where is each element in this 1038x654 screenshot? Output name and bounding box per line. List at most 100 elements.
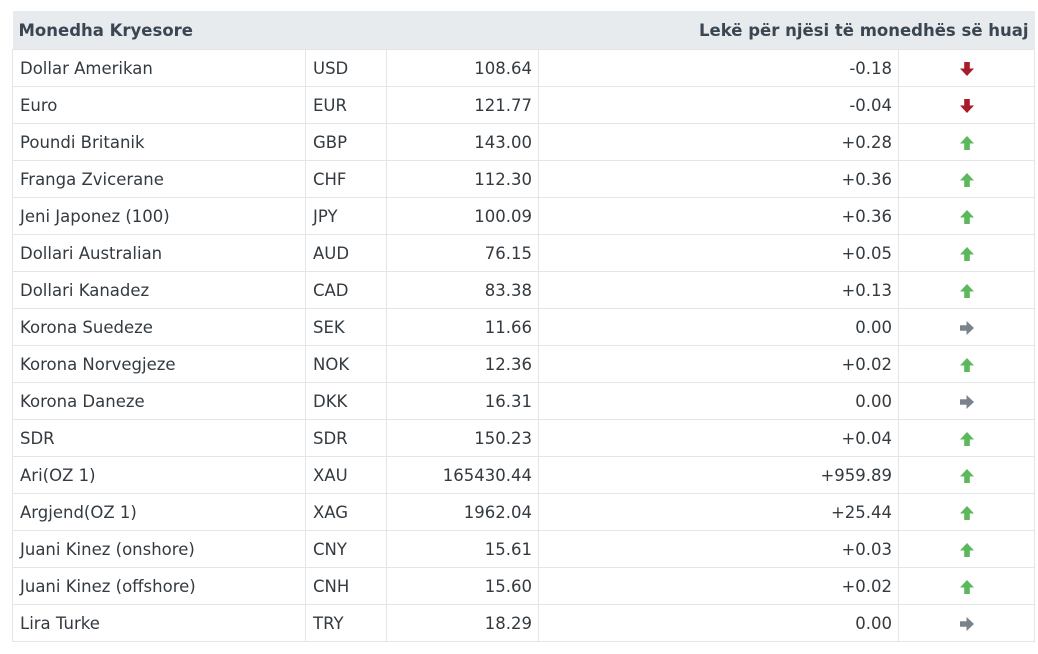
table-row: Juani Kinez (onshore) CNY 15.61 +0.03 — [12, 530, 1036, 568]
currency-code: CAD — [304, 271, 388, 309]
arrow-up-icon — [958, 504, 976, 522]
currency-code: SEK — [304, 308, 388, 346]
rate-change: +0.02 — [538, 567, 900, 605]
exchange-rate: 76.15 — [386, 234, 540, 272]
currency-code: DKK — [304, 382, 388, 420]
currency-name: Juani Kinez (onshore) — [12, 530, 306, 568]
arrow-right-icon — [958, 615, 976, 633]
currency-code: XAG — [304, 493, 388, 531]
rate-change: 0.00 — [538, 382, 900, 420]
table-row: Korona Daneze DKK 16.31 0.00 — [12, 382, 1036, 420]
table-header: Monedha Kryesore Lekë për njësi të moned… — [12, 11, 1035, 50]
rate-change: +0.02 — [538, 345, 900, 383]
currency-code: CHF — [304, 160, 388, 198]
rate-change: 0.00 — [538, 308, 900, 346]
exchange-rate: 12.36 — [386, 345, 540, 383]
exchange-rate: 100.09 — [386, 197, 540, 235]
trend-cell — [898, 160, 1036, 198]
exchange-rate: 108.64 — [386, 49, 540, 87]
rate-change: +0.36 — [538, 197, 900, 235]
rate-change: +0.04 — [538, 419, 900, 457]
currency-name: Poundi Britanik — [12, 123, 306, 161]
rate-change: +0.28 — [538, 123, 900, 161]
rate-change: +0.05 — [538, 234, 900, 272]
arrow-right-icon — [958, 393, 976, 411]
arrow-up-icon — [958, 430, 976, 448]
currency-name: Lira Turke — [12, 604, 306, 642]
arrow-up-icon — [958, 208, 976, 226]
exchange-rate: 121.77 — [386, 86, 540, 124]
currency-code: NOK — [304, 345, 388, 383]
rate-change: 0.00 — [538, 604, 900, 642]
exchange-rates-table: Monedha Kryesore Lekë për njësi të moned… — [12, 11, 1036, 642]
currency-code: AUD — [304, 234, 388, 272]
trend-cell — [898, 382, 1036, 420]
currency-code: EUR — [304, 86, 388, 124]
exchange-rate: 150.23 — [386, 419, 540, 457]
currency-name: Juani Kinez (offshore) — [12, 567, 306, 605]
currency-name: Euro — [12, 86, 306, 124]
currency-code: GBP — [304, 123, 388, 161]
rate-change: +0.03 — [538, 530, 900, 568]
currency-code: JPY — [304, 197, 388, 235]
exchange-rates-panel: Monedha Kryesore Lekë për njësi të moned… — [12, 11, 1036, 642]
trend-cell — [898, 345, 1036, 383]
arrow-up-icon — [958, 282, 976, 300]
currency-name: Korona Suedeze — [12, 308, 306, 346]
rate-change: +0.36 — [538, 160, 900, 198]
currency-name: Korona Daneze — [12, 382, 306, 420]
arrow-down-icon — [958, 97, 976, 115]
table-row: Dollar Amerikan USD 108.64 -0.18 — [12, 49, 1036, 87]
exchange-rate: 165430.44 — [386, 456, 540, 494]
table-row: Korona Suedeze SEK 11.66 0.00 — [12, 308, 1036, 346]
trend-cell — [898, 604, 1036, 642]
trend-cell — [898, 530, 1036, 568]
exchange-rate: 11.66 — [386, 308, 540, 346]
exchange-rate: 15.61 — [386, 530, 540, 568]
trend-cell — [898, 271, 1036, 309]
exchange-rate: 1962.04 — [386, 493, 540, 531]
currency-name: Ari(OZ 1) — [12, 456, 306, 494]
currency-code: CNH — [304, 567, 388, 605]
trend-cell — [898, 197, 1036, 235]
table-row: Korona Norvegjeze NOK 12.36 +0.02 — [12, 345, 1036, 383]
exchange-rate: 143.00 — [386, 123, 540, 161]
header-main-currency: Monedha Kryesore — [12, 11, 387, 50]
trend-cell — [898, 456, 1036, 494]
table-row: Argjend(OZ 1) XAG 1962.04 +25.44 — [12, 493, 1036, 531]
table-row: Franga Zvicerane CHF 112.30 +0.36 — [12, 160, 1036, 198]
table-row: Jeni Japonez (100) JPY 100.09 +0.36 — [12, 197, 1036, 235]
arrow-up-icon — [958, 171, 976, 189]
exchange-rate: 83.38 — [386, 271, 540, 309]
rate-change: +0.13 — [538, 271, 900, 309]
currency-code: XAU — [304, 456, 388, 494]
table-body: Dollar Amerikan USD 108.64 -0.18 Euro EUR 121.… — [12, 49, 1036, 642]
table-row: Lira Turke TRY 18.29 0.00 — [12, 604, 1036, 642]
trend-cell — [898, 419, 1036, 457]
currency-name: Dollari Australian — [12, 234, 306, 272]
table-row: Juani Kinez (offshore) CNH 15.60 +0.02 — [12, 567, 1036, 605]
arrow-up-icon — [958, 467, 976, 485]
currency-name: Dollar Amerikan — [12, 49, 306, 87]
table-header-row: Monedha Kryesore Lekë për njësi të moned… — [12, 11, 1035, 50]
arrow-down-icon — [958, 60, 976, 78]
trend-cell — [898, 493, 1036, 531]
rate-change: -0.04 — [538, 86, 900, 124]
trend-cell — [898, 308, 1036, 346]
table-row: Ari(OZ 1) XAU 165430.44 +959.89 — [12, 456, 1036, 494]
currency-name: Franga Zvicerane — [12, 160, 306, 198]
table-row: Dollari Australian AUD 76.15 +0.05 — [12, 234, 1036, 272]
arrow-up-icon — [958, 578, 976, 596]
arrow-up-icon — [958, 245, 976, 263]
trend-cell — [898, 49, 1036, 87]
arrow-up-icon — [958, 134, 976, 152]
rate-change: +25.44 — [538, 493, 900, 531]
currency-code: USD — [304, 49, 388, 87]
rate-change: -0.18 — [538, 49, 900, 87]
currency-name: SDR — [12, 419, 306, 457]
trend-cell — [898, 86, 1036, 124]
arrow-up-icon — [958, 356, 976, 374]
trend-cell — [898, 234, 1036, 272]
trend-cell — [898, 123, 1036, 161]
currency-name: Korona Norvegjeze — [12, 345, 306, 383]
